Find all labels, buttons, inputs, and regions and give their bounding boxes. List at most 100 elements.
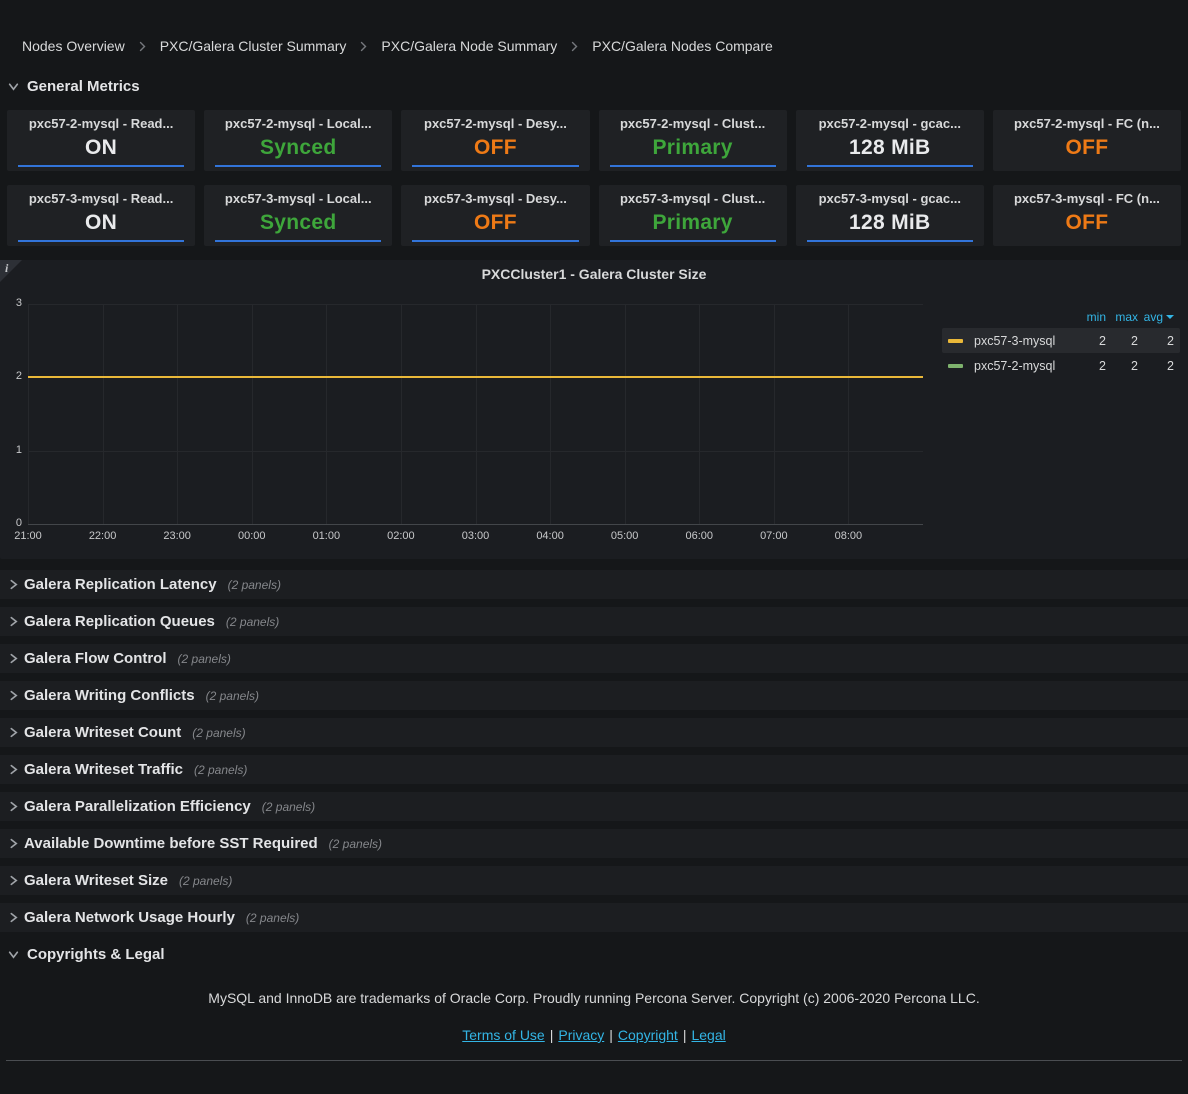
stat-panel[interactable]: pxc57-3-mysql - Desy... OFF [401,185,589,246]
chevron-right-icon [8,616,24,627]
link-separator: | [550,1027,554,1043]
section-row-title: Available Downtime before SST Required [24,835,318,852]
series-name[interactable]: pxc57-3-mysql [974,334,1072,348]
stat-panel[interactable]: pxc57-3-mysql - Local... Synced [204,185,392,246]
collapsed-sections: Galera Replication Latency (2 panels) Ga… [0,570,1188,932]
x-axis-tick-label: 22:00 [89,530,117,542]
series-name[interactable]: pxc57-2-mysql [974,359,1072,373]
chevron-right-icon [8,912,24,923]
link-privacy[interactable]: Privacy [558,1027,604,1043]
stat-panel-value: Synced [204,211,392,235]
dashboard-page: Nodes Overview PXC/Galera Cluster Summar… [0,0,1188,1094]
stat-panel-title: pxc57-3-mysql - Desy... [401,185,589,206]
link-terms-of-use[interactable]: Terms of Use [462,1027,544,1043]
stat-panel[interactable]: pxc57-2-mysql - Local... Synced [204,110,392,171]
section-row-galera-writing-conflicts[interactable]: Galera Writing Conflicts (2 panels) [0,681,1188,710]
breadcrumb-item-nodes-overview[interactable]: Nodes Overview [22,38,125,54]
stat-panel[interactable]: pxc57-2-mysql - FC (n... OFF [993,110,1181,171]
gridline-v [326,304,327,524]
breadcrumb-item-nodes-compare[interactable]: PXC/Galera Nodes Compare [592,38,773,54]
x-axis-tick-label: 00:00 [238,530,266,542]
stat-panel-title: pxc57-3-mysql - Read... [7,185,195,206]
legal-text-panel: MySQL and InnoDB are trademarks of Oracl… [0,990,1188,1043]
section-header-general-metrics[interactable]: General Metrics [8,78,1188,95]
series-line-pxc57-3-mysql [28,376,923,378]
section-row-available-downtime-before-sst[interactable]: Available Downtime before SST Required (… [0,829,1188,858]
y-axis-tick-label: 2 [2,370,22,382]
stat-sparkline [215,165,381,167]
link-copyright[interactable]: Copyright [618,1027,678,1043]
legend-row[interactable]: pxc57-3-mysql 2 2 2 [942,328,1180,353]
legend-col-min[interactable]: min [1072,310,1106,324]
section-row-title: Galera Writeset Traffic [24,761,183,778]
stat-panel[interactable]: pxc57-2-mysql - Clust... Primary [599,110,787,171]
stat-panel-value: OFF [401,136,589,160]
legend-row[interactable]: pxc57-2-mysql 2 2 2 [942,353,1180,378]
section-row-galera-flow-control[interactable]: Galera Flow Control (2 panels) [0,644,1188,673]
chart-legend: min max avg pxc57-3-mysql 2 2 2 pxc57-2-… [942,306,1180,378]
legend-value-avg: 2 [1138,359,1174,373]
gridline-v [699,304,700,524]
stat-panel-value: 128 MiB [796,136,984,160]
section-row-galera-parallelization-efficiency[interactable]: Galera Parallelization Efficiency (2 pan… [0,792,1188,821]
stat-panel-title: pxc57-3-mysql - Clust... [599,185,787,206]
section-row-galera-writeset-count[interactable]: Galera Writeset Count (2 panels) [0,718,1188,747]
x-axis-tick-label: 21:00 [14,530,42,542]
section-row-title: Galera Writeset Size [24,872,168,889]
y-axis-tick-label: 1 [2,444,22,456]
section-header-copyrights-legal[interactable]: Copyrights & Legal [8,946,1188,963]
footer-links: Terms of Use|Privacy|Copyright|Legal [0,1027,1188,1043]
stat-panel[interactable]: pxc57-3-mysql - gcac... 128 MiB [796,185,984,246]
breadcrumb-item-cluster-summary[interactable]: PXC/Galera Cluster Summary [160,38,347,54]
section-row-panel-count: (2 panels) [228,578,281,592]
section-row-galera-replication-latency[interactable]: Galera Replication Latency (2 panels) [0,570,1188,599]
gridline-v [177,304,178,524]
stat-panel[interactable]: pxc57-3-mysql - Clust... Primary [599,185,787,246]
stat-panel[interactable]: pxc57-2-mysql - Desy... OFF [401,110,589,171]
gridline-v [550,304,551,524]
stat-panel-title: pxc57-3-mysql - gcac... [796,185,984,206]
section-row-galera-replication-queues[interactable]: Galera Replication Queues (2 panels) [0,607,1188,636]
section-row-panel-count: (2 panels) [329,837,382,851]
section-row-title: Galera Writing Conflicts [24,687,195,704]
panel-info-icon[interactable] [0,260,22,282]
chevron-right-icon [8,579,24,590]
x-axis-tick-label: 05:00 [611,530,639,542]
section-row-panel-count: (2 panels) [194,763,247,777]
section-row-title: Galera Parallelization Efficiency [24,798,251,815]
section-row-galera-writeset-size[interactable]: Galera Writeset Size (2 panels) [0,866,1188,895]
stat-sparkline [807,240,973,242]
chevron-right-icon [8,838,24,849]
stat-panel[interactable]: pxc57-3-mysql - Read... ON [7,185,195,246]
gridline-v [103,304,104,524]
y-axis-tick-label: 3 [2,297,22,309]
legend-col-avg[interactable]: avg [1138,310,1174,324]
stat-panel-value: OFF [993,136,1181,160]
section-row-title: Galera Replication Queues [24,613,215,630]
section-row-panel-count: (2 panels) [226,615,279,629]
section-row-title: Galera Replication Latency [24,576,217,593]
legend-header: min max avg [942,306,1180,328]
stat-panel-title: pxc57-2-mysql - gcac... [796,110,984,131]
section-row-galera-network-usage-hourly[interactable]: Galera Network Usage Hourly (2 panels) [0,903,1188,932]
stat-panel[interactable]: pxc57-2-mysql - gcac... 128 MiB [796,110,984,171]
breadcrumb-item-node-summary[interactable]: PXC/Galera Node Summary [381,38,557,54]
section-row-galera-writeset-traffic[interactable]: Galera Writeset Traffic (2 panels) [0,755,1188,784]
link-legal[interactable]: Legal [691,1027,725,1043]
stat-panel[interactable]: pxc57-2-mysql - Read... ON [7,110,195,171]
sort-desc-icon [1166,315,1174,319]
info-icon[interactable]: i [5,261,8,276]
chevron-right-icon [570,40,579,53]
section-row-title: Galera Writeset Count [24,724,181,741]
chart-title[interactable]: PXCCluster1 - Galera Cluster Size [0,260,1188,282]
chevron-right-icon [8,727,24,738]
stat-sparkline [610,240,776,242]
legend-col-max[interactable]: max [1106,310,1138,324]
gridline-v [625,304,626,524]
stat-panel-title: pxc57-2-mysql - FC (n... [993,110,1181,131]
stat-panel-value: OFF [993,211,1181,235]
y-axis-tick-label: 0 [2,517,22,529]
stat-sparkline [610,165,776,167]
legend-value-min: 2 [1072,359,1106,373]
stat-panel[interactable]: pxc57-3-mysql - FC (n... OFF [993,185,1181,246]
